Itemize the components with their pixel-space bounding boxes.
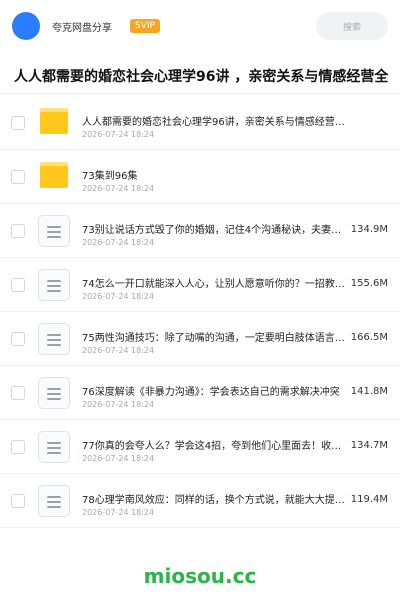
page-title: 人人都需要的婚恋社会心理学96讲 ，亲密关系与情感经营全 [14,69,389,85]
search-label: 搜索 [342,22,361,33]
document-icon [38,323,70,355]
select-checkbox[interactable] [11,494,25,508]
file-name: 78心理学南风效应：同样的话，换个方式说，就能大大提升效果 [82,495,350,506]
file-name: 73别让说话方式毁了你的婚姻，记住4个沟通秘诀，夫妻更恩爱 [82,225,350,236]
file-size: 141.8M [348,386,388,397]
document-icon [38,431,70,463]
list-item[interactable]: 73集到96集 2026-07-24 18:24 [0,150,400,204]
list-item[interactable]: 75两性沟通技巧：除了动嘴的沟通，一定要明白肢体语言的重要 166.5M 202… [0,312,400,366]
select-checkbox[interactable] [11,278,25,292]
list-item[interactable]: 78心理学南风效应：同样的话，换个方式说，就能大大提升效果 119.4M 202… [0,474,400,528]
folder-icon [40,108,68,134]
watermark: miosou.cc [143,564,257,588]
file-name: 73集到96集 [82,171,138,182]
file-date: 2026-07-24 18:24 [82,400,155,409]
list-item[interactable]: 74怎么一开口就能深入人心，让别人愿意听你的？一招教会你 155.6M 2026… [0,258,400,312]
list-item[interactable]: 人人都需要的婚恋社会心理学96讲，亲密关系与情感经营全攻略 2026-07-24… [0,96,400,150]
document-icon [38,215,70,247]
file-name: 77你真的会夸人么？学会这4招，夸到他们心里面去！收获好人缘 [82,441,350,452]
list-item[interactable]: 77你真的会夸人么？学会这4招，夸到他们心里面去！收获好人缘 134.7M 20… [0,420,400,474]
file-size: 119.4M [348,494,388,505]
document-icon [38,377,70,409]
file-name: 人人都需要的婚恋社会心理学96讲，亲密关系与情感经营全攻略 [82,117,352,128]
folder-icon [40,162,68,188]
header: 夸克网盘分享 SVIP 搜索 [0,0,400,52]
select-checkbox[interactable] [11,332,25,346]
select-checkbox[interactable] [11,116,25,130]
file-date: 2026-07-24 18:24 [82,454,155,463]
select-checkbox[interactable] [11,170,25,184]
brand-name: 夸克网盘分享 [52,22,112,34]
file-size: 166.5M [348,332,388,343]
list-item[interactable]: 76深度解读《非暴力沟通》：学会表达自己的需求解决冲突 141.8M 2026-… [0,366,400,420]
file-date: 2026-07-24 18:24 [82,184,155,193]
document-icon [38,269,70,301]
avatar[interactable] [12,12,40,40]
select-checkbox[interactable] [11,386,25,400]
svip-badge: SVIP [130,19,160,33]
file-list: 人人都需要的婚恋社会心理学96讲，亲密关系与情感经营全攻略 2026-07-24… [0,96,400,528]
file-size: 134.9M [348,224,388,235]
file-date: 2026-07-24 18:24 [82,508,155,517]
title-bar: 人人都需要的婚恋社会心理学96讲 ，亲密关系与情感经营全 [0,56,400,94]
list-item[interactable]: 73别让说话方式毁了你的婚姻，记住4个沟通秘诀，夫妻更恩爱 134.9M 202… [0,204,400,258]
file-size: 134.7M [348,440,388,451]
select-checkbox[interactable] [11,440,25,454]
file-size: 155.6M [348,278,388,289]
document-icon [38,485,70,517]
file-date: 2026-07-24 18:24 [82,346,155,355]
file-name: 74怎么一开口就能深入人心，让别人愿意听你的？一招教会你 [82,279,350,290]
search-button[interactable]: 搜索 [316,12,388,40]
file-name: 75两性沟通技巧：除了动嘴的沟通，一定要明白肢体语言的重要 [82,333,350,344]
file-date: 2026-07-24 18:24 [82,292,155,301]
file-date: 2026-07-24 18:24 [82,130,155,139]
file-date: 2026-07-24 18:24 [82,238,155,247]
select-checkbox[interactable] [11,224,25,238]
file-name: 76深度解读《非暴力沟通》：学会表达自己的需求解决冲突 [82,387,340,398]
